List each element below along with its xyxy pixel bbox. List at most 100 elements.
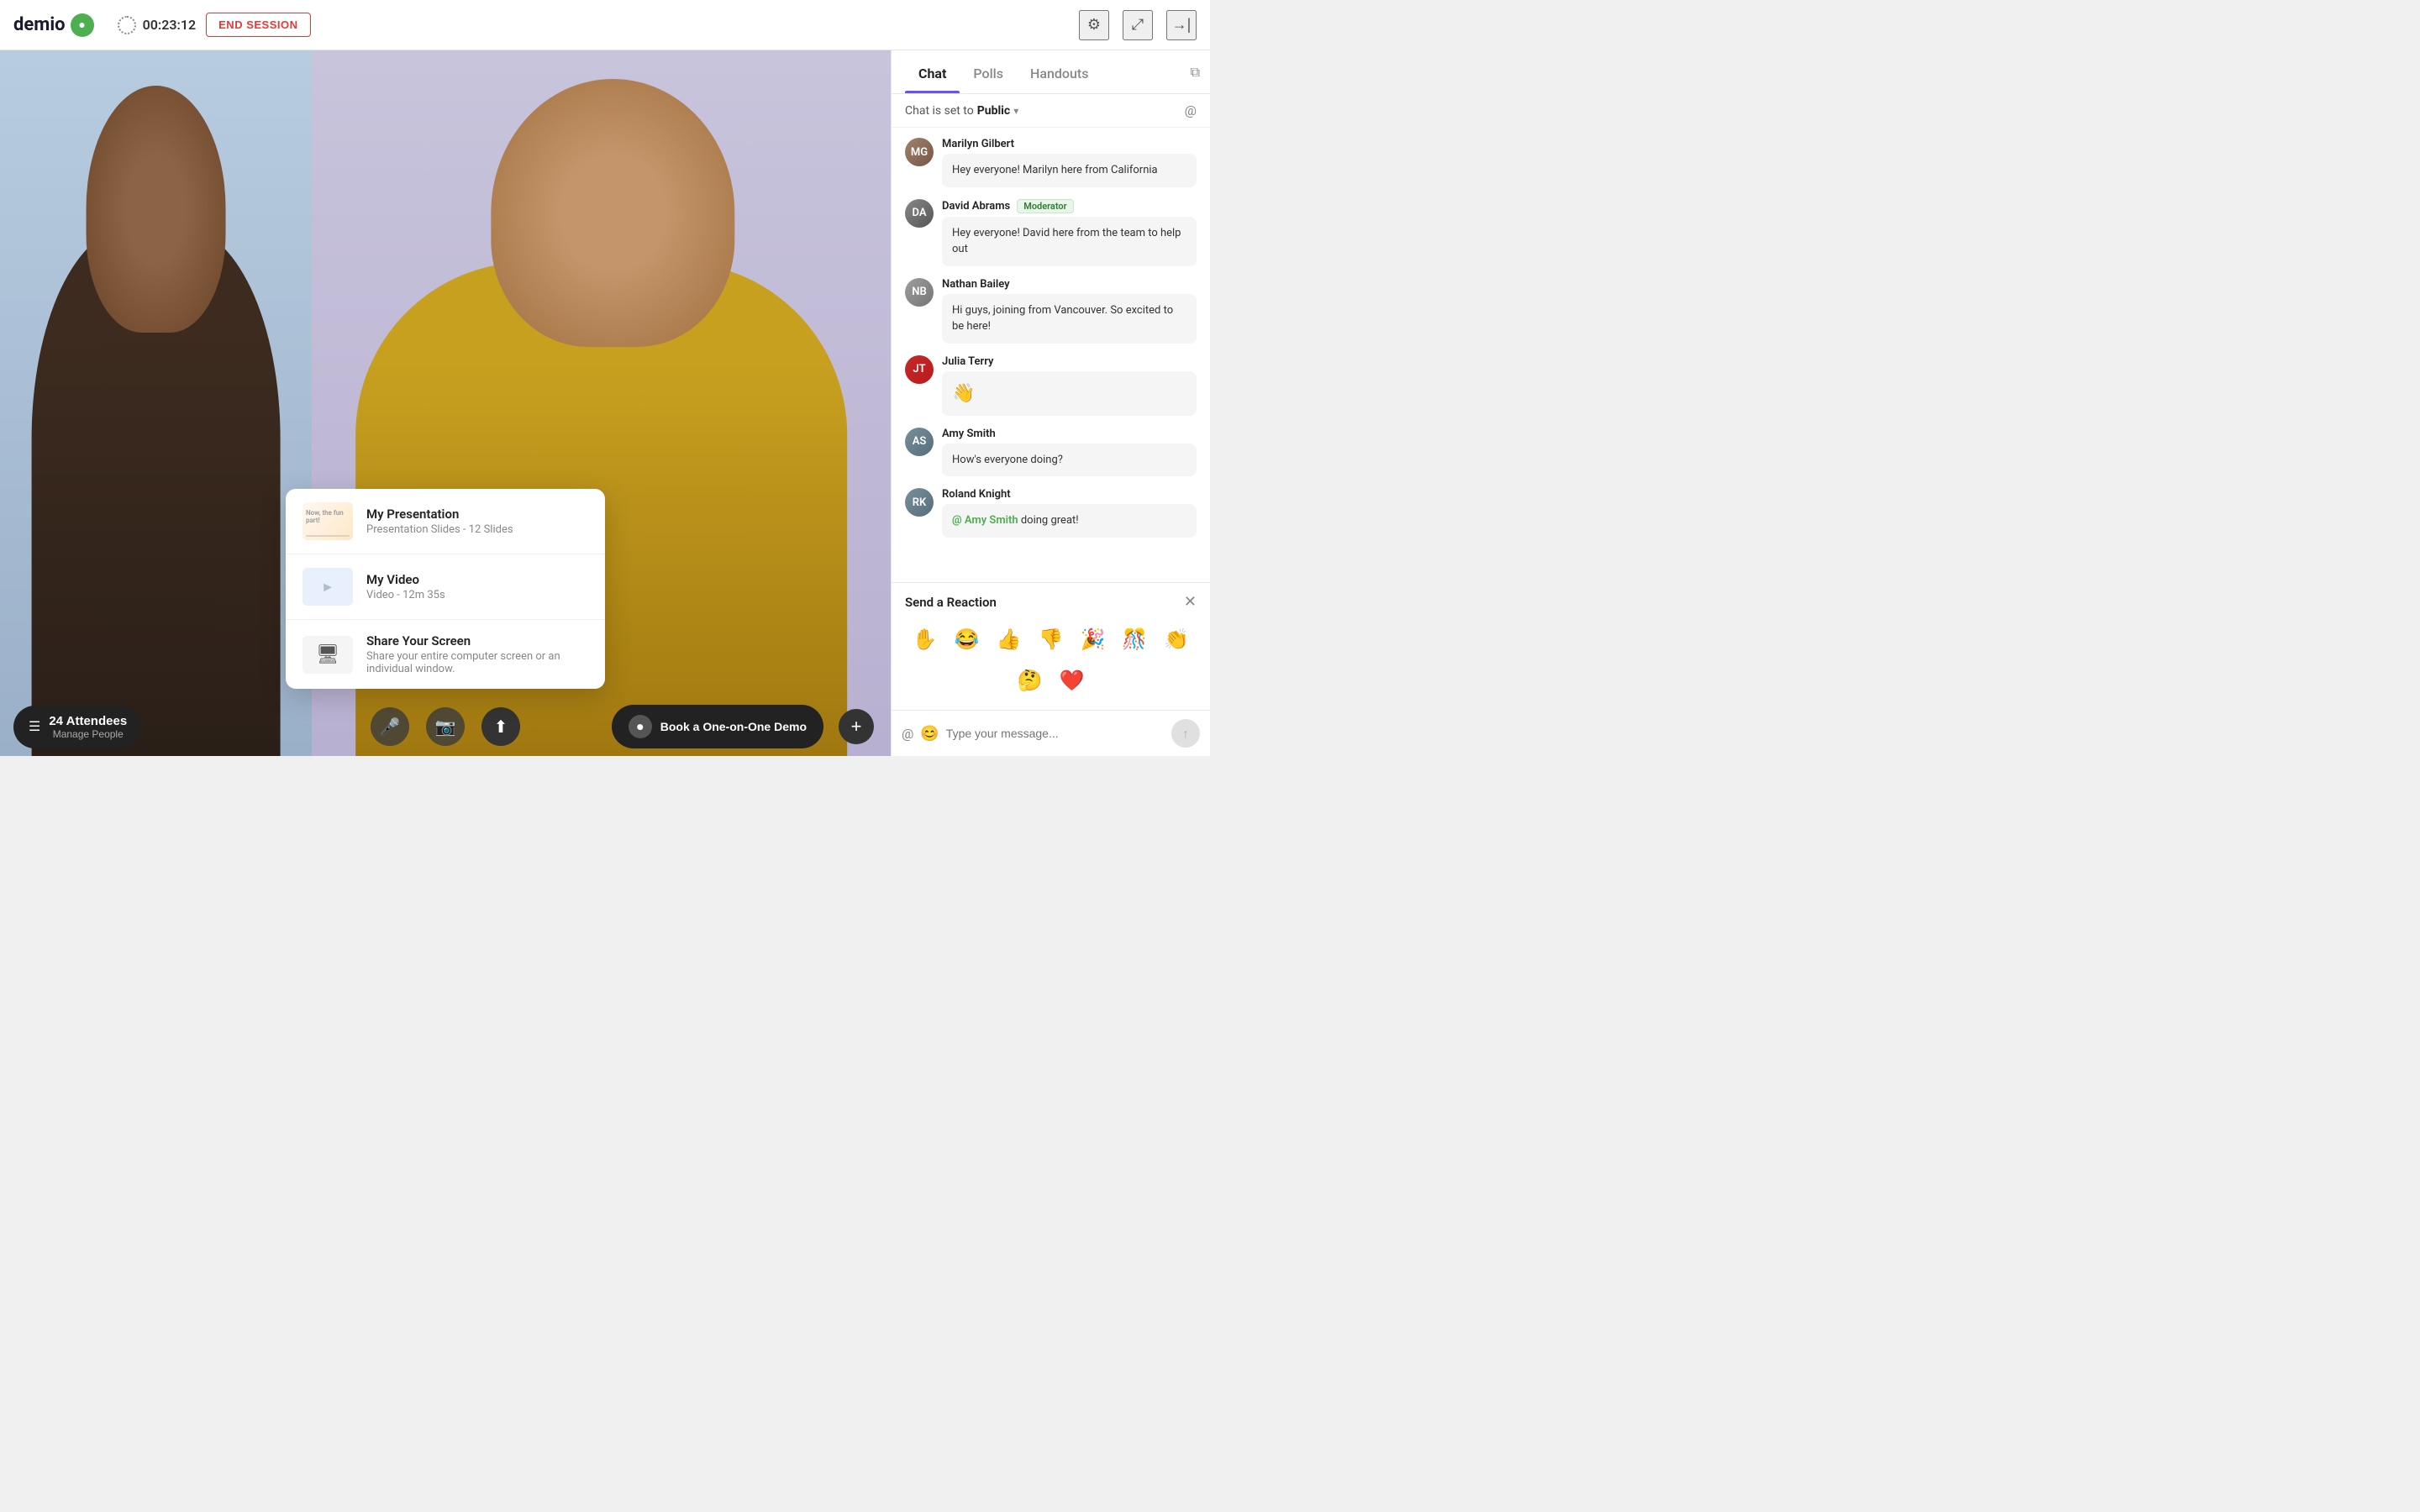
- message-marilyn: MG Marilyn Gilbert Hey everyone! Marilyn…: [905, 138, 1197, 187]
- microphone-icon: 🎤: [380, 717, 401, 738]
- message-amy: AS Amy Smith How's everyone doing?: [905, 428, 1197, 477]
- reaction-emoji-think[interactable]: 🤔: [1014, 665, 1046, 696]
- message-content-roland: Roland Knight @ Amy Smith doing great!: [942, 488, 1197, 538]
- input-area: @ 😊 ↑: [892, 710, 1210, 756]
- screen-thumbnail: 🖥: [302, 636, 353, 674]
- messages-area: MG Marilyn Gilbert Hey everyone! Marilyn…: [892, 128, 1210, 582]
- logo-icon: ●: [71, 13, 94, 37]
- chat-input[interactable]: [946, 727, 1165, 740]
- tab-polls[interactable]: Polls: [960, 50, 1017, 93]
- media-item-screen[interactable]: 🖥 Share Your Screen Share your entire co…: [286, 620, 605, 689]
- video-title: My Video: [366, 572, 588, 587]
- header-right: ⚙ ⤢ →|: [1079, 10, 1197, 40]
- message-name-row-julia: Julia Terry: [942, 355, 1197, 368]
- menu-icon: ☰: [29, 718, 40, 735]
- settings-button[interactable]: ⚙: [1079, 10, 1109, 40]
- plus-icon: +: [851, 716, 862, 738]
- message-bubble-nathan: Hi guys, joining from Vancouver. So exci…: [942, 294, 1197, 344]
- microphone-button[interactable]: 🎤: [371, 707, 409, 746]
- presentation-thumbnail: [302, 502, 353, 540]
- timer-spinner-icon: [118, 16, 136, 34]
- reaction-emoji-heart[interactable]: ❤️: [1056, 665, 1088, 696]
- chat-status-text: Chat is set to Public ▾: [905, 104, 1018, 118]
- timer-section: 00:23:12: [118, 16, 197, 34]
- avatar-julia: JT: [905, 355, 934, 384]
- reaction-header: Send a Reaction ✕: [892, 583, 1210, 617]
- message-content-marilyn: Marilyn Gilbert Hey everyone! Marilyn he…: [942, 138, 1197, 187]
- message-name-david: David Abrams: [942, 200, 1010, 213]
- avatar-marilyn: MG: [905, 138, 934, 166]
- at-mention-icon[interactable]: @: [1185, 102, 1197, 118]
- reaction-emoji-hand[interactable]: ✋: [909, 624, 941, 655]
- demo-icon: ⏺: [629, 715, 652, 738]
- media-selector-popup: My Presentation Presentation Slides - 12…: [286, 489, 605, 689]
- reaction-emoji-thumbsdown[interactable]: 👎: [1035, 624, 1067, 655]
- reaction-close-button[interactable]: ✕: [1184, 593, 1197, 611]
- enter-button[interactable]: →|: [1166, 10, 1197, 40]
- message-name-row-nathan: Nathan Bailey: [942, 278, 1197, 291]
- tab-handouts[interactable]: Handouts: [1017, 50, 1102, 93]
- message-content-julia: Julia Terry 👋: [942, 355, 1197, 416]
- video-info: My Video Video - 12m 35s: [366, 572, 588, 601]
- message-bubble-marilyn: Hey everyone! Marilyn here from Californ…: [942, 154, 1197, 187]
- presentation-info: My Presentation Presentation Slides - 12…: [366, 507, 588, 536]
- reaction-title: Send a Reaction: [905, 595, 997, 610]
- media-item-video[interactable]: My Video Video - 12m 35s: [286, 554, 605, 620]
- panel-header-actions: ⧉: [1191, 64, 1200, 81]
- manage-people-label: Manage People: [49, 728, 127, 740]
- message-name-roland: Roland Knight: [942, 488, 1011, 501]
- message-name-row-amy: Amy Smith: [942, 428, 1197, 440]
- plus-button[interactable]: +: [839, 709, 874, 744]
- attendees-count: 24 Attendees: [49, 714, 127, 728]
- video-thumbnail: [302, 568, 353, 606]
- end-session-button[interactable]: END SESSION: [206, 13, 310, 37]
- timer-display: 00:23:12: [143, 17, 197, 33]
- expand-button[interactable]: ⤢: [1123, 10, 1153, 40]
- reaction-panel: Send a Reaction ✕ ✋ 😂 👍 👎 🎉 🎊 👏 🤔 ❤️: [892, 582, 1210, 710]
- message-bubble-amy: How's everyone doing?: [942, 444, 1197, 477]
- chevron-down-icon[interactable]: ▾: [1013, 105, 1018, 117]
- right-panel: Chat Polls Handouts ⧉ Chat is set to Pub…: [891, 50, 1210, 756]
- message-nathan: NB Nathan Bailey Hi guys, joining from V…: [905, 278, 1197, 344]
- message-bubble-david: Hey everyone! David here from the team t…: [942, 217, 1197, 266]
- avatar-amy: AS: [905, 428, 934, 456]
- moderator-badge-david: Moderator: [1017, 199, 1073, 213]
- reaction-emojis-row: ✋ 😂 👍 👎 🎉 🎊 👏 🤔 ❤️: [892, 617, 1210, 710]
- camera-button[interactable]: 📷: [426, 707, 465, 746]
- enter-icon: →|: [1172, 16, 1192, 34]
- input-at-icon[interactable]: @: [902, 726, 913, 742]
- message-name-row-roland: Roland Knight: [942, 488, 1197, 501]
- input-emoji-button[interactable]: 😊: [920, 725, 939, 743]
- video-thumb-inner: [302, 568, 353, 606]
- book-demo-button[interactable]: ⏺ Book a One-on-One Demo: [612, 705, 823, 748]
- message-content-nathan: Nathan Bailey Hi guys, joining from Vanc…: [942, 278, 1197, 344]
- reaction-emoji-thumbsup[interactable]: 👍: [993, 624, 1025, 655]
- reaction-emoji-clap[interactable]: 👏: [1160, 624, 1192, 655]
- panel-header: Chat Polls Handouts ⧉: [892, 50, 1210, 94]
- reaction-emoji-laugh[interactable]: 😂: [951, 624, 983, 655]
- video-area: My Presentation Presentation Slides - 12…: [0, 50, 891, 756]
- screen-subtitle: Share your entire computer screen or an …: [366, 650, 588, 675]
- chat-status-prefix: Chat is set to: [905, 104, 974, 118]
- share-icon: ⬆: [494, 717, 508, 738]
- message-julia: JT Julia Terry 👋: [905, 355, 1197, 416]
- share-button[interactable]: ⬆: [481, 707, 520, 746]
- reaction-emoji-confetti[interactable]: 🎊: [1118, 624, 1150, 655]
- message-david: DA David Abrams Moderator Hey everyone! …: [905, 199, 1197, 266]
- mention-suffix: doing great!: [1018, 514, 1079, 527]
- media-item-presentation[interactable]: My Presentation Presentation Slides - 12…: [286, 489, 605, 554]
- gear-icon: ⚙: [1087, 16, 1101, 34]
- attendees-button[interactable]: ☰ 24 Attendees Manage People: [13, 706, 142, 748]
- send-button[interactable]: ↑: [1171, 719, 1200, 748]
- tab-chat[interactable]: Chat: [905, 50, 960, 93]
- video-subtitle: Video - 12m 35s: [366, 589, 588, 601]
- person-left-video: [0, 50, 312, 756]
- avatar-david: DA: [905, 199, 934, 228]
- reaction-emoji-party[interactable]: 🎉: [1076, 624, 1108, 655]
- message-content-amy: Amy Smith How's everyone doing?: [942, 428, 1197, 477]
- header-left: demio ● 00:23:12 END SESSION: [13, 13, 1079, 37]
- external-link-icon[interactable]: ⧉: [1191, 64, 1200, 80]
- message-name-marilyn: Marilyn Gilbert: [942, 138, 1014, 150]
- screen-title: Share Your Screen: [366, 633, 588, 648]
- main-content: My Presentation Presentation Slides - 12…: [0, 50, 1210, 756]
